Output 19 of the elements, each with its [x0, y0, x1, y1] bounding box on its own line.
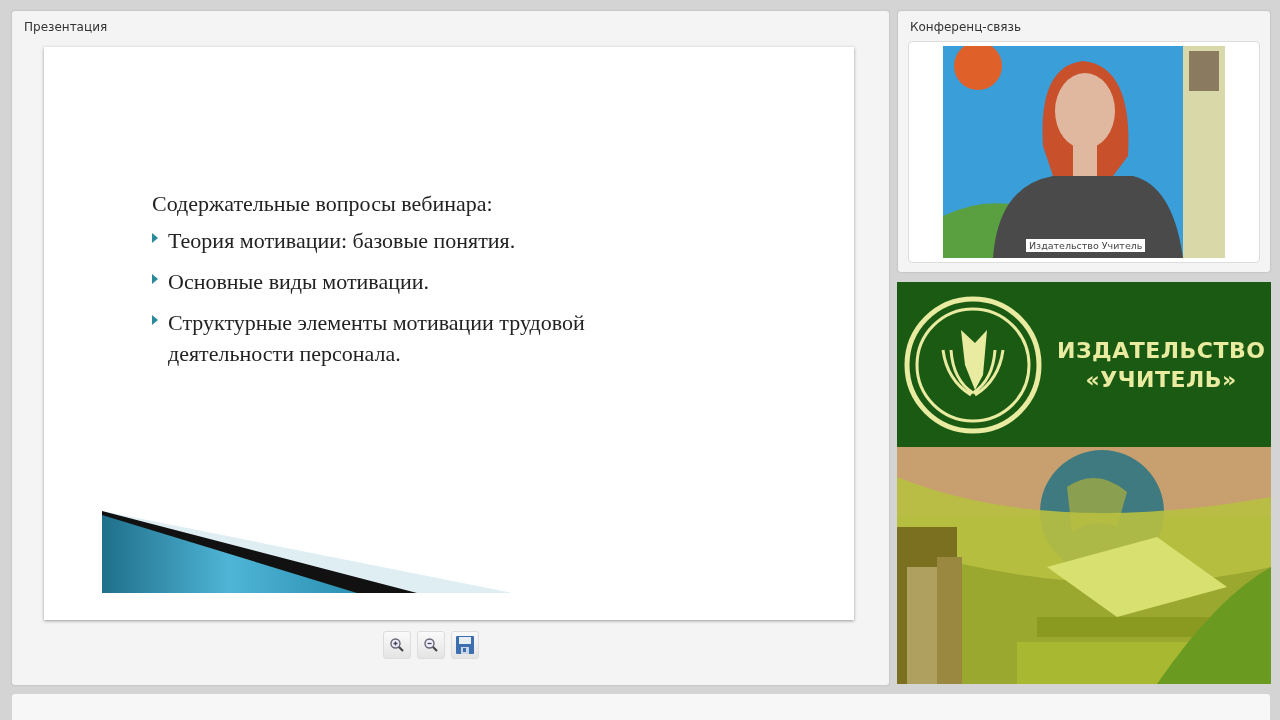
panel-title: Презентация: [24, 20, 108, 34]
banner-title: «УЧИТЕЛЬ»: [1085, 366, 1237, 392]
logo-icon: [903, 294, 1043, 435]
zoom-out-button[interactable]: [416, 631, 445, 659]
bullet-text: Структурные элементы мотивации трудовой деятельности персонала.: [168, 309, 586, 368]
bullet-icon: [152, 315, 158, 325]
bullet-text: Основные виды мотивации.: [168, 268, 429, 296]
zoom-out-icon: [422, 637, 439, 653]
save-button[interactable]: [450, 631, 479, 659]
zoom-in-button[interactable]: [382, 631, 411, 659]
bullet-text: Теория мотивации: базовые понятия.: [168, 227, 516, 255]
banner-title: ИЗДАТЕЛЬСТВО: [1057, 337, 1266, 363]
slide-heading: Содержательные вопросы вебинара:: [152, 191, 494, 217]
bullet-icon: [152, 233, 158, 243]
zoom-in-icon: [388, 637, 405, 653]
video-caption: Издательство Учитель: [1026, 239, 1146, 252]
save-icon: [454, 635, 475, 655]
panel-title: Конференц-связь: [910, 20, 1022, 34]
bullet-icon: [152, 274, 158, 284]
